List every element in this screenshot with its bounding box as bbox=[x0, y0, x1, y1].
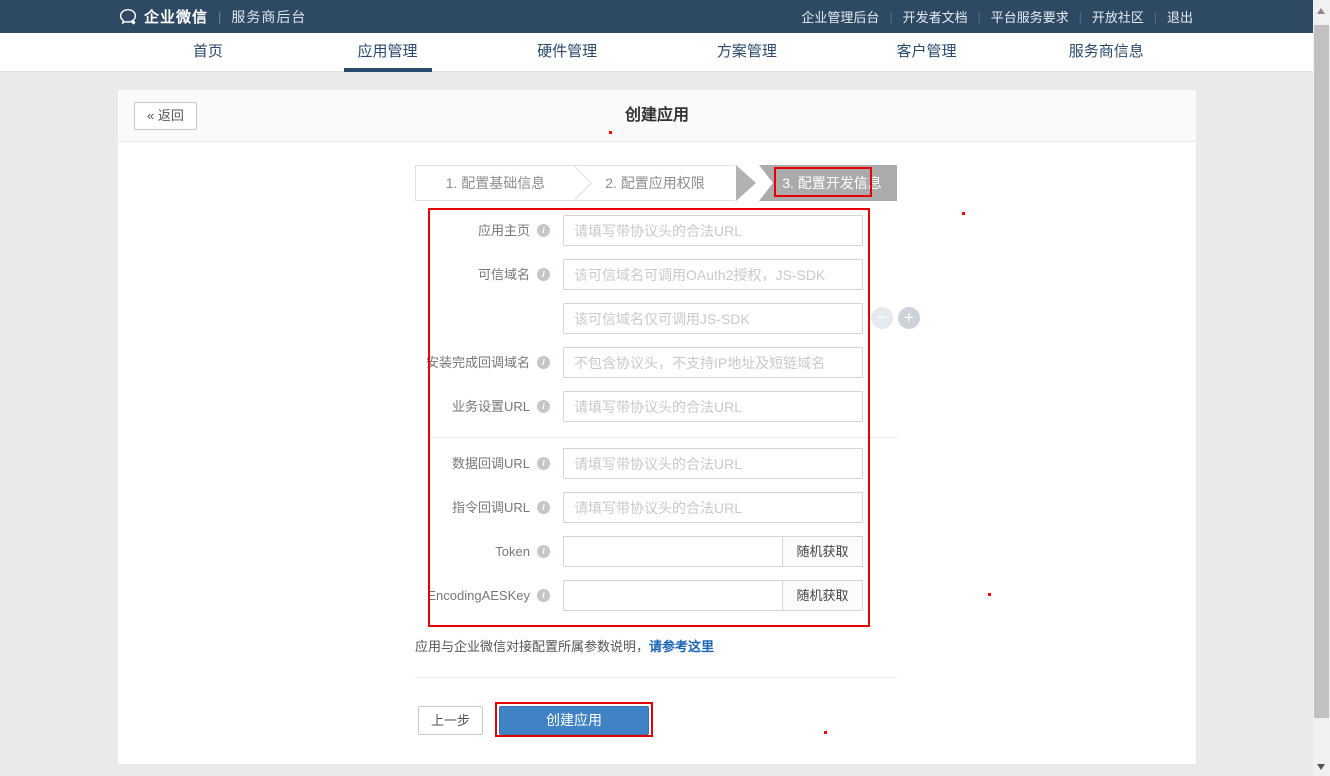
field-label: 指令回调URL bbox=[118, 492, 530, 523]
wework-logo-icon bbox=[118, 7, 138, 27]
params-note: 应用与企业微信对接配置所属参数说明，请参考这里 bbox=[415, 636, 714, 655]
form-row-app-homepage: 应用主页 i bbox=[118, 215, 908, 246]
brand-title: 企业微信 bbox=[144, 6, 208, 27]
form-row-token: Token i 随机获取 bbox=[118, 536, 908, 567]
step-indicator: 1. 配置基础信息 2. 配置应用权限 3. 配置开发信息 bbox=[415, 165, 897, 201]
tab-provider-info-label: 服务商信息 bbox=[1069, 43, 1144, 60]
scroll-down-icon[interactable] bbox=[1317, 764, 1325, 770]
vertical-scrollbar[interactable] bbox=[1313, 0, 1330, 776]
step-1-basic-info: 1. 配置基础信息 bbox=[415, 165, 575, 201]
info-icon[interactable]: i bbox=[537, 545, 550, 558]
tab-hardware-management-label: 硬件管理 bbox=[537, 43, 597, 60]
tab-home-label: 首页 bbox=[193, 43, 223, 60]
previous-step-button[interactable]: 上一步 bbox=[418, 706, 483, 735]
form-row-data-callback-url: 数据回调URL i bbox=[118, 448, 908, 479]
info-icon[interactable]: i bbox=[537, 501, 550, 514]
tab-customer-management[interactable]: 客户管理 bbox=[837, 33, 1017, 72]
annotation-dot bbox=[988, 593, 991, 596]
create-app-card: 创建应用 « 返回 1. 配置基础信息 2. 配置应用权限 3. 配置开发信息 … bbox=[118, 90, 1196, 764]
top-link-developer-docs[interactable]: 开发者文档 bbox=[903, 7, 968, 26]
page-title: 创建应用 bbox=[118, 90, 1196, 142]
top-link-separator: | bbox=[889, 10, 892, 24]
field-label: 业务设置URL bbox=[118, 391, 530, 422]
info-icon[interactable]: i bbox=[537, 457, 550, 470]
back-button[interactable]: « 返回 bbox=[134, 102, 197, 130]
info-icon[interactable]: i bbox=[537, 268, 550, 281]
annotation-dot bbox=[609, 131, 612, 134]
create-app-button[interactable]: 创建应用 bbox=[499, 706, 649, 735]
field-label: Token bbox=[118, 536, 530, 567]
top-link-separator: | bbox=[978, 10, 981, 24]
top-link-platform-requirements[interactable]: 平台服务要求 bbox=[991, 7, 1069, 26]
field-label: 数据回调URL bbox=[118, 448, 530, 479]
business-setting-url-input[interactable] bbox=[563, 391, 863, 422]
top-link-logout[interactable]: 退出 bbox=[1167, 7, 1193, 26]
back-button-label: 返回 bbox=[158, 108, 184, 123]
tab-customer-management-label: 客户管理 bbox=[897, 43, 957, 60]
top-link-enterprise-admin[interactable]: 企业管理后台 bbox=[801, 7, 879, 26]
field-label: 可信域名 bbox=[118, 259, 530, 290]
field-label: EncodingAESKey bbox=[118, 580, 530, 611]
reference-link[interactable]: 请参考这里 bbox=[649, 639, 714, 654]
form-row-command-callback-url: 指令回调URL i bbox=[118, 492, 908, 523]
token-random-button[interactable]: 随机获取 bbox=[782, 536, 863, 567]
page: 企业微信 | 服务商后台 企业管理后台 | 开发者文档 | 平台服务要求 | 开… bbox=[0, 0, 1330, 776]
topbar: 企业微信 | 服务商后台 企业管理后台 | 开发者文档 | 平台服务要求 | 开… bbox=[0, 0, 1313, 33]
form-section-divider bbox=[430, 437, 897, 438]
step-3-dev-info-active: 3. 配置开发信息 bbox=[759, 165, 897, 201]
annotation-dot bbox=[824, 731, 827, 734]
tab-app-management-label: 应用管理 bbox=[358, 43, 418, 60]
app-homepage-input[interactable] bbox=[563, 215, 863, 246]
form-row-business-setting-url: 业务设置URL i bbox=[118, 391, 908, 422]
install-callback-domain-input[interactable] bbox=[563, 347, 863, 378]
step-2-app-permissions: 2. 配置应用权限 bbox=[575, 165, 735, 201]
info-icon[interactable]: i bbox=[537, 224, 550, 237]
tab-home[interactable]: 首页 bbox=[118, 33, 298, 72]
tab-solution-management[interactable]: 方案管理 bbox=[657, 33, 837, 72]
trusted-domain-input[interactable] bbox=[563, 259, 863, 290]
topbar-links: 企业管理后台 | 开发者文档 | 平台服务要求 | 开放社区 | 退出 bbox=[801, 7, 1193, 26]
field-label: 安装完成回调域名 bbox=[118, 347, 530, 378]
top-link-open-community[interactable]: 开放社区 bbox=[1092, 7, 1144, 26]
field-label: 应用主页 bbox=[118, 215, 530, 246]
scrollbar-thumb[interactable] bbox=[1314, 25, 1329, 718]
info-icon[interactable]: i bbox=[537, 589, 550, 602]
step-arrow-icon bbox=[736, 165, 756, 201]
tab-provider-info[interactable]: 服务商信息 bbox=[1016, 33, 1196, 72]
brand-separator: | bbox=[218, 9, 221, 24]
remove-domain-button[interactable]: − bbox=[871, 307, 893, 329]
annotation-dot bbox=[962, 212, 965, 215]
command-callback-url-input[interactable] bbox=[563, 492, 863, 523]
footer-divider bbox=[415, 677, 897, 678]
trusted-domain-2-input[interactable] bbox=[563, 303, 863, 334]
tab-hardware-management[interactable]: 硬件管理 bbox=[477, 33, 657, 72]
form-row-trusted-domain-2: − + bbox=[118, 303, 908, 334]
data-callback-url-input[interactable] bbox=[563, 448, 863, 479]
tab-app-management[interactable]: 应用管理 bbox=[298, 33, 478, 72]
params-note-text: 应用与企业微信对接配置所属参数说明， bbox=[415, 639, 649, 654]
top-link-separator: | bbox=[1154, 10, 1157, 24]
scroll-up-icon[interactable] bbox=[1317, 8, 1325, 14]
card-header: 创建应用 « 返回 bbox=[118, 90, 1196, 142]
form-row-install-callback-domain: 安装完成回调域名 i bbox=[118, 347, 908, 378]
form-row-trusted-domain: 可信域名 i bbox=[118, 259, 908, 290]
info-icon[interactable]: i bbox=[537, 356, 550, 369]
form-row-encoding-aeskey: EncodingAESKey i 随机获取 bbox=[118, 580, 908, 611]
tab-solution-management-label: 方案管理 bbox=[717, 43, 777, 60]
brand-area: 企业微信 | 服务商后台 bbox=[118, 6, 306, 27]
top-link-separator: | bbox=[1079, 10, 1082, 24]
back-chevrons-icon: « bbox=[147, 108, 154, 123]
main-nav-tabs: 首页 应用管理 硬件管理 方案管理 客户管理 服务商信息 bbox=[118, 33, 1196, 72]
info-icon[interactable]: i bbox=[537, 400, 550, 413]
active-tab-underline bbox=[344, 68, 432, 72]
main-nav: 首页 应用管理 硬件管理 方案管理 客户管理 服务商信息 bbox=[0, 33, 1313, 72]
add-domain-button[interactable]: + bbox=[898, 307, 920, 329]
aeskey-random-button[interactable]: 随机获取 bbox=[782, 580, 863, 611]
portal-title: 服务商后台 bbox=[231, 7, 306, 27]
